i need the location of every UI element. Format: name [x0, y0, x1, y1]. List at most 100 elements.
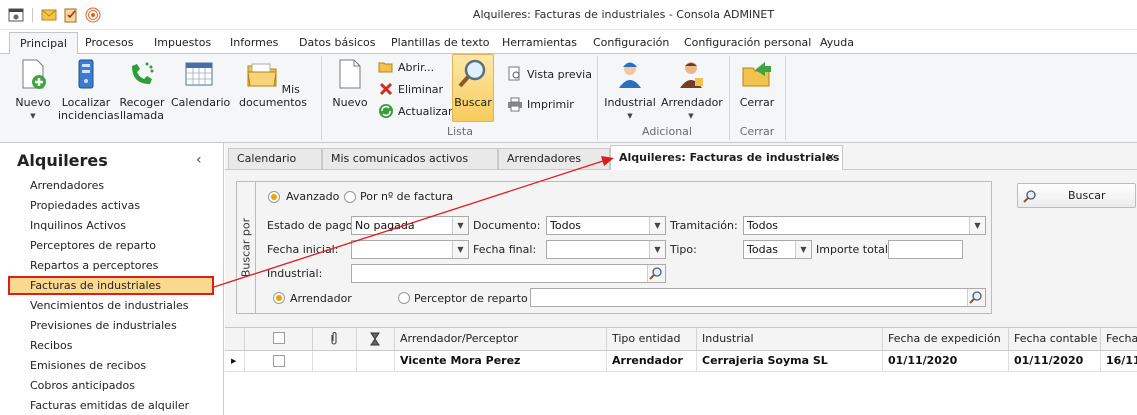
radio-por-factura[interactable] [344, 191, 356, 203]
nav-item-vencimientos-de-industriales[interactable]: Vencimientos de industriales [30, 299, 188, 312]
nav-item-recibos[interactable]: Recibos [30, 339, 72, 352]
nav-item-previsiones-de-industriales[interactable]: Previsiones de industriales [30, 319, 177, 332]
cell-fecha-expedicion[interactable]: 01/11/2020 [883, 351, 1009, 371]
header-fecha[interactable]: Fecha [1101, 328, 1137, 350]
group-adicional-label: Adicional [642, 125, 692, 138]
estado-pago-select[interactable]: No pagada ▼ [351, 216, 469, 235]
tab-principal[interactable]: Principal [9, 32, 78, 55]
row-checkbox[interactable] [273, 355, 285, 367]
importe-total-label: Importe total: [816, 243, 892, 256]
close-icon[interactable]: ✕ [826, 146, 835, 170]
cell-industrial[interactable]: Cerrajeria Soyma SL [697, 351, 883, 371]
nav-item-arrendadores[interactable]: Arrendadores [30, 179, 104, 192]
tramitacion-label: Tramitación: [670, 219, 738, 232]
checkbox-header [245, 328, 313, 350]
radio-perceptor-label: Perceptor de reparto [414, 292, 528, 305]
collapse-panel-icon[interactable]: ‹ [196, 152, 202, 168]
header-industrial[interactable]: Industrial [697, 328, 883, 350]
avanzado-label: Avanzado [286, 190, 340, 203]
actualizar-button[interactable]: Actualizar [378, 103, 453, 119]
fecha-inicial-input[interactable]: ▼ [351, 240, 469, 259]
header-fecha-contable[interactable]: Fecha contable [1009, 328, 1101, 350]
search-icon[interactable] [967, 289, 985, 306]
tab-impuestos[interactable]: Impuestos [150, 34, 215, 54]
abrir-button[interactable]: Abrir... [378, 59, 434, 75]
tab-calendario[interactable]: Calendario [228, 148, 322, 169]
cell-tipo-entidad[interactable]: Arrendador [607, 351, 697, 371]
nav-item-facturas-emitidas-de-alquiler[interactable]: Facturas emitidas de alquiler [30, 399, 189, 412]
eliminar-label: Eliminar [398, 82, 444, 96]
localizar-incidencias-button[interactable]: Localizar incidencias [58, 58, 119, 122]
tab-herramientas[interactable]: Herramientas [498, 34, 581, 54]
row-checkbox-cell [245, 351, 313, 371]
eliminar-button[interactable]: Eliminar [378, 81, 443, 97]
row-attachment-cell [313, 351, 357, 371]
header-tipo-entidad[interactable]: Tipo entidad [607, 328, 697, 350]
cell-fecha-contable[interactable]: 01/11/2020 [1009, 351, 1101, 371]
tab-arrendadores[interactable]: Arrendadores [498, 148, 610, 169]
radio-avanzado[interactable] [268, 191, 280, 203]
nav-item-perceptores-de-reparto[interactable]: Perceptores de reparto [30, 239, 156, 252]
documento-value: Todos [550, 219, 582, 232]
header-fecha-expedicion[interactable]: Fecha de expedición [883, 328, 1009, 350]
tab-procesos[interactable]: Procesos [81, 34, 137, 54]
select-all-checkbox[interactable] [273, 332, 285, 344]
tramitacion-value: Todos [747, 219, 779, 232]
importe-total-input[interactable] [888, 240, 963, 259]
documento-label: Documento: [473, 219, 541, 232]
nuevo-button[interactable]: Nuevo ▼ [10, 58, 56, 123]
nav-item-propiedades-activas[interactable]: Propiedades activas [30, 199, 140, 212]
exit-folder-icon [742, 62, 771, 87]
documento-select[interactable]: Todos ▼ [546, 216, 666, 235]
perceptor-input[interactable] [530, 288, 986, 307]
cell-fecha[interactable]: 16/11 [1101, 351, 1137, 371]
search-icon[interactable] [647, 265, 665, 282]
arrendador-button[interactable]: Arrendador ▼ [661, 58, 723, 123]
mis-documentos-button[interactable]: Mis documentos [232, 58, 314, 109]
nav-item-facturas-de-industriales[interactable]: Facturas de industriales [30, 279, 161, 292]
group-separator [785, 56, 786, 140]
tipo-select[interactable]: Todas ▼ [743, 240, 812, 259]
new-document-icon [22, 59, 46, 89]
panel-title: Alquileres [17, 151, 108, 170]
nav-item-cobros-anticipados[interactable]: Cobros anticipados [30, 379, 135, 392]
tab-informes[interactable]: Informes [226, 34, 282, 54]
radio-arrendador[interactable] [273, 292, 285, 304]
nuevo-list-button[interactable]: Nuevo [330, 58, 370, 109]
calendario-button[interactable]: Calendario [171, 58, 230, 109]
nav-item-repartos-a-perceptores[interactable]: Repartos a perceptores [30, 259, 158, 272]
nav-item-inquilinos-activos[interactable]: Inquilinos Activos [30, 219, 126, 232]
tab-plantillas-de-texto[interactable]: Plantillas de texto [387, 34, 494, 54]
cerrar-button[interactable]: Cerrar [735, 58, 779, 109]
tab-ayuda[interactable]: Ayuda [816, 34, 858, 54]
cell-arrendador[interactable]: Vicente Mora Perez [395, 351, 607, 371]
buscar-button-label: Buscar [1068, 189, 1106, 202]
vista-previa-button[interactable]: Vista previa [507, 66, 592, 82]
tab-configuracion[interactable]: Configuración [589, 34, 673, 54]
industrial-button[interactable]: Industrial ▼ [603, 58, 657, 123]
chevron-down-icon: ▼ [649, 241, 665, 258]
chevron-down-icon: ▼ [30, 112, 36, 120]
tipo-value: Todas [747, 243, 779, 256]
fecha-final-input[interactable]: ▼ [546, 240, 666, 259]
group-separator [597, 56, 598, 140]
tab-datos-basicos[interactable]: Datos básicos [295, 34, 380, 54]
tramitacion-select[interactable]: Todos ▼ [743, 216, 986, 235]
imprimir-button[interactable]: Imprimir [507, 96, 574, 112]
recoger-llamada-button[interactable]: Recoger llamada [117, 58, 167, 122]
radio-perceptor[interactable] [398, 292, 410, 304]
estado-pago-value: No pagada [355, 219, 415, 232]
buscar-por-label-strip: Buscar por [236, 181, 256, 314]
nav-item-emisiones-de-recibos[interactable]: Emisiones de recibos [30, 359, 146, 372]
tab-configuracion-personal[interactable]: Configuración personal [680, 34, 815, 54]
buscar-ribbon-button[interactable]: Buscar [452, 54, 494, 122]
tab-mis-comunicados-activos[interactable]: Mis comunicados activos [322, 148, 498, 169]
industrial-input[interactable] [351, 264, 666, 283]
nuevo-label: Nuevo [15, 96, 51, 109]
header-arrendador-perceptor[interactable]: Arrendador/Perceptor [395, 328, 607, 350]
buscar-button[interactable]: Buscar [1017, 183, 1136, 208]
localizar-label-1: Localizar [61, 96, 111, 109]
industrial-label: Industrial [604, 96, 656, 109]
status-header [357, 328, 395, 350]
tab-facturas-industriales-active[interactable]: Alquileres: Facturas de industriales ✕ [610, 145, 843, 170]
